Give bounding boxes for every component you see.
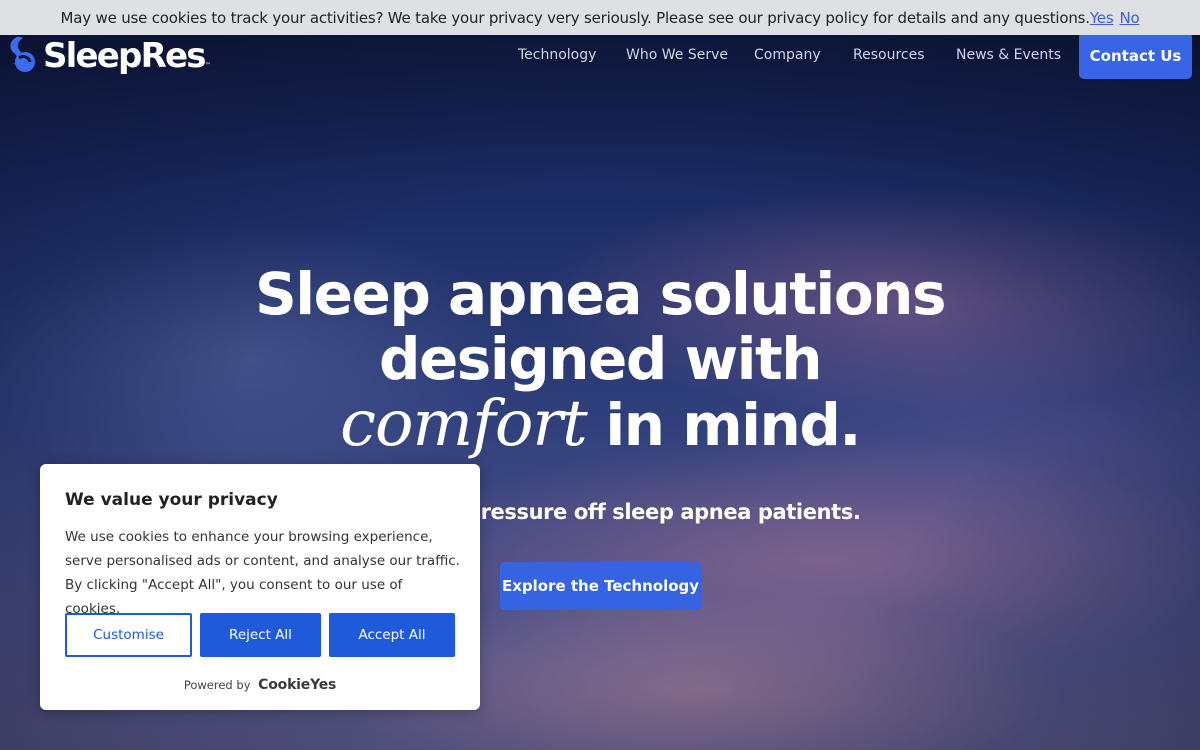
reject-all-button[interactable]: Reject All	[200, 613, 321, 657]
powered-by: Powered by CookieYes	[40, 677, 480, 693]
hero-headline: Sleep apnea solutions designed with comf…	[0, 262, 1200, 458]
cookieyes-logo[interactable]: CookieYes	[258, 677, 336, 693]
cookie-notice-bar: May we use cookies to track your activit…	[0, 0, 1200, 35]
headline-line-1: Sleep apnea solutions	[255, 260, 946, 328]
nav-item-who-we-serve[interactable]: Who We Serve	[626, 47, 728, 63]
accept-all-button[interactable]: Accept All	[329, 613, 455, 657]
site-logo[interactable]: SleepRes ™	[8, 35, 211, 77]
cookie-notice-yes-link[interactable]: Yes	[1090, 9, 1114, 27]
headline-script-word: comfort	[340, 387, 588, 461]
nav-item-resources[interactable]: Resources	[853, 47, 925, 63]
explore-technology-button[interactable]: Explore the Technology	[500, 562, 701, 610]
logo-wordmark: SleepRes	[43, 36, 206, 76]
cookie-consent-dialog: We value your privacy We use cookies to …	[40, 464, 480, 710]
customise-button[interactable]: Customise	[65, 613, 192, 657]
headline-line-3-rest: in mind.	[586, 391, 861, 459]
sleepres-logo-icon	[10, 36, 35, 72]
powered-by-label: Powered by	[183, 678, 251, 692]
cookie-notice-text: May we use cookies to track your activit…	[60, 8, 1090, 27]
cookie-notice-no-link[interactable]: No	[1119, 9, 1139, 27]
logo-trademark: ™	[204, 62, 211, 69]
nav-item-technology[interactable]: Technology	[518, 47, 596, 63]
headline-line-3: comfort in mind.	[0, 392, 1200, 458]
consent-title: We value your privacy	[65, 490, 278, 510]
consent-body-text: We use cookies to enhance your browsing …	[65, 529, 460, 617]
nav-item-news-events[interactable]: News & Events	[956, 47, 1061, 63]
nav-item-company[interactable]: Company	[754, 47, 821, 63]
site-header: SleepRes ™ Technology Who We Serve Compa…	[0, 32, 1200, 80]
headline-line-2: designed with	[378, 325, 823, 393]
contact-us-button[interactable]: Contact Us	[1079, 32, 1192, 79]
